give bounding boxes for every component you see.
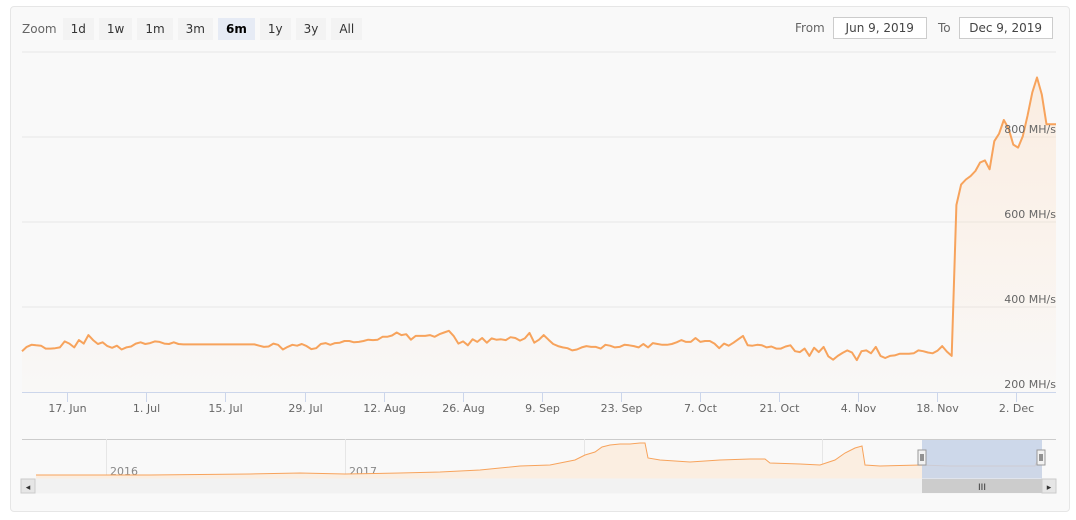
series-line-hashrate: [21, 76, 1056, 362]
navigator-right-handle[interactable]: [1036, 449, 1046, 466]
hashrate-chart: 17. Jun 1. Jul 15. Jul 29. Jul 12. Aug 26. Au…: [20, 51, 1057, 494]
handle-body[interactable]: [917, 449, 927, 466]
y-tick-label: 200 MH/s: [1004, 378, 1056, 391]
x-tick-label: 18. Nov: [916, 402, 959, 415]
handle-body[interactable]: [1036, 449, 1046, 466]
y-tick-label: 800 MH/s: [1004, 123, 1056, 136]
arrow-right-icon[interactable]: ▸: [1047, 483, 1052, 493]
x-tick-label: 15. Jul: [208, 402, 242, 415]
scrollbar-grip-icon[interactable]: III: [978, 483, 986, 493]
x-tick-label: 4. Nov: [841, 402, 877, 415]
x-tick-label: 23. Sep: [601, 402, 643, 415]
scroll-right-button[interactable]: ▸: [1041, 478, 1057, 494]
x-tick-label: 26. Aug: [442, 402, 484, 415]
x-tick-label: 7. Oct: [684, 402, 718, 415]
x-tick-label: 21. Oct: [759, 402, 800, 415]
navigator-selected-range[interactable]: [922, 440, 1042, 479]
scrollbar-track[interactable]: [20, 478, 1057, 494]
x-tick-label: 12. Aug: [363, 402, 405, 415]
y-tick-label: 400 MH/s: [1004, 293, 1056, 306]
x-tick-label: 1. Jul: [133, 402, 160, 415]
x-tick-label: 9. Sep: [525, 402, 560, 415]
x-tick-label: 29. Jul: [288, 402, 322, 415]
navigator-area: [36, 443, 1042, 479]
arrow-left-icon[interactable]: ◂: [26, 483, 31, 493]
x-tick-label: 2. Dec: [999, 402, 1034, 415]
x-tick-label: 17. Jun: [48, 402, 86, 415]
y-tick-label: 600 MH/s: [1004, 208, 1056, 221]
scroll-left-button[interactable]: ◂: [20, 478, 36, 494]
navigator-left-handle[interactable]: [917, 449, 927, 466]
series-area: [22, 77, 1056, 392]
